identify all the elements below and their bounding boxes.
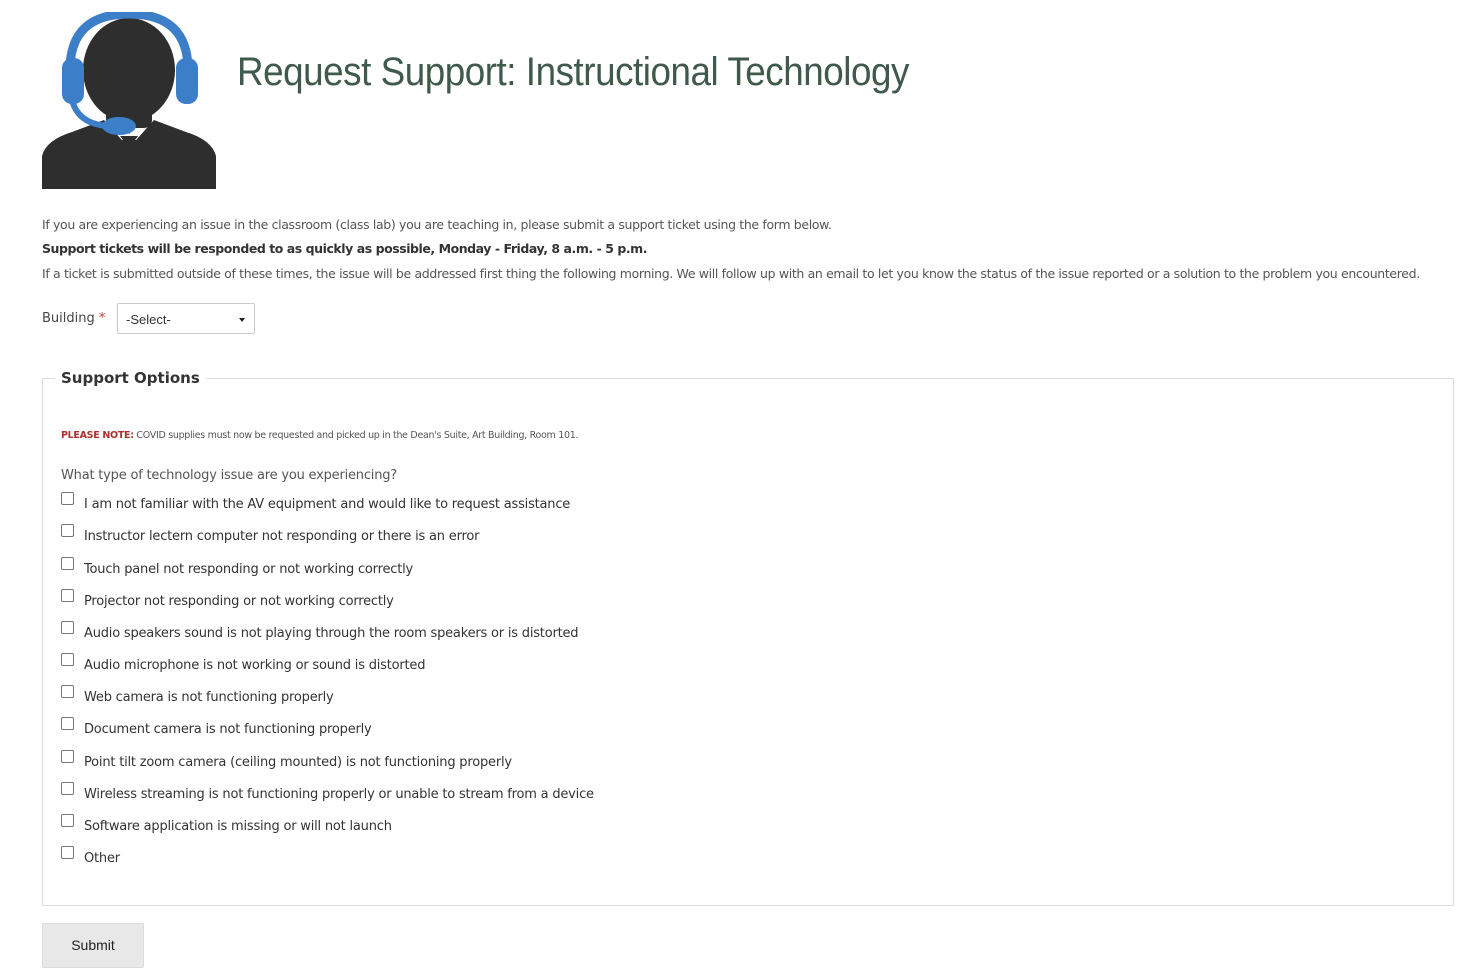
option-label[interactable]: Touch panel not responding or not workin… xyxy=(84,562,413,577)
option-checkbox[interactable] xyxy=(61,653,74,666)
option-label[interactable]: Point tilt zoom camera (ceiling mounted)… xyxy=(84,755,512,770)
support-agent-headset-icon xyxy=(42,12,216,189)
option-checkbox[interactable] xyxy=(61,782,74,795)
issue-type-question: What type of technology issue are you ex… xyxy=(61,468,398,483)
support-hours-text: Support tickets will be responded to as … xyxy=(42,241,648,256)
option-label[interactable]: Document camera is not functioning prope… xyxy=(84,722,372,737)
option-checkbox[interactable] xyxy=(61,846,74,859)
option-label[interactable]: Audio speakers sound is not playing thro… xyxy=(84,626,579,641)
option-checkbox[interactable] xyxy=(61,524,74,537)
note-text: COVID supplies must now be requested and… xyxy=(133,430,579,441)
option-label[interactable]: Other xyxy=(84,851,120,866)
option-checkbox[interactable] xyxy=(61,717,74,730)
option-label[interactable]: Instructor lectern computer not respondi… xyxy=(84,529,479,544)
building-label-text: Building xyxy=(42,311,95,326)
note-label: PLEASE NOTE: xyxy=(61,430,134,441)
after-hours-text: If a ticket is submitted outside of thes… xyxy=(42,266,1420,281)
option-label[interactable]: Software application is missing or will … xyxy=(84,819,392,834)
page-title: Request Support: Instructional Technolog… xyxy=(237,50,909,94)
submit-button[interactable]: Submit xyxy=(42,923,144,968)
option-label[interactable]: Wireless streaming is not functioning pr… xyxy=(84,787,594,802)
option-checkbox[interactable] xyxy=(61,814,74,827)
option-checkbox[interactable] xyxy=(61,685,74,698)
caret-down-icon xyxy=(239,318,245,322)
option-label[interactable]: Web camera is not functioning properly xyxy=(84,690,334,705)
option-checkbox[interactable] xyxy=(61,492,74,505)
option-checkbox[interactable] xyxy=(61,750,74,763)
building-select-value: -Select- xyxy=(126,312,171,327)
option-label[interactable]: Projector not responding or not working … xyxy=(84,594,394,609)
option-label[interactable]: Audio microphone is not working or sound… xyxy=(84,658,425,673)
building-select[interactable]: -Select- xyxy=(117,303,255,334)
covid-note: PLEASE NOTE: COVID supplies must now be … xyxy=(61,430,578,441)
required-mark: * xyxy=(98,311,106,326)
support-options-legend: Support Options xyxy=(55,369,206,387)
intro-text: If you are experiencing an issue in the … xyxy=(42,217,832,232)
option-label[interactable]: I am not familiar with the AV equipment … xyxy=(84,497,570,512)
option-checkbox[interactable] xyxy=(61,589,74,602)
building-label: Building * xyxy=(42,311,105,326)
option-checkbox[interactable] xyxy=(61,621,74,634)
option-checkbox[interactable] xyxy=(61,557,74,570)
